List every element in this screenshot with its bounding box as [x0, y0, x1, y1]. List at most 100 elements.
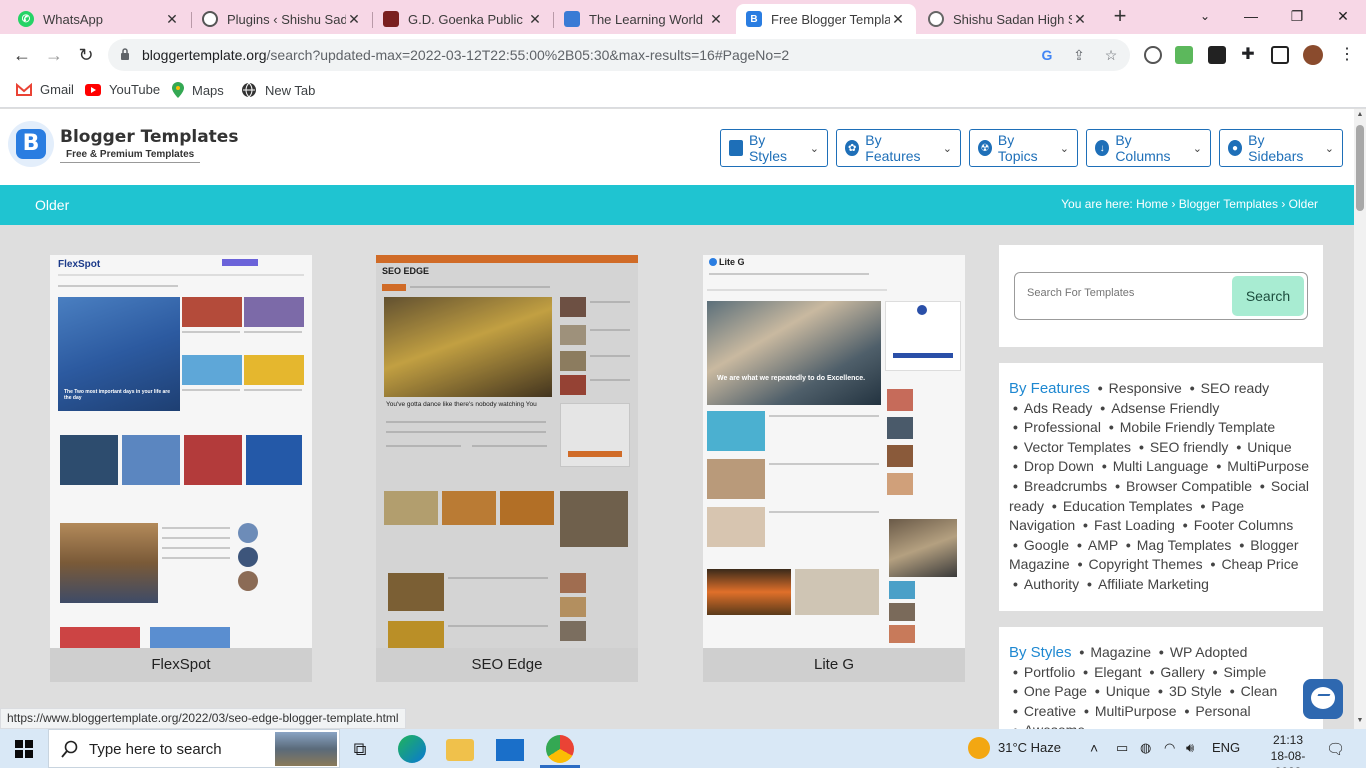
feature-tag-link[interactable]: Vector Templates [1024, 439, 1131, 455]
style-tag-link[interactable]: Simple [1224, 664, 1267, 680]
nav-by-sidebars[interactable]: ● By Sidebars ⌄ [1219, 129, 1343, 167]
meet-now-icon[interactable]: ◍ [1140, 740, 1151, 756]
bookmark-star-icon[interactable]: ☆ [1102, 46, 1120, 64]
chevron-up-icon[interactable]: ˄ [1090, 740, 1098, 756]
extensions-puzzle-icon[interactable]: ✚ [1239, 46, 1257, 64]
template-preview-image[interactable]: Lite G We are what we repeatedly to do E… [703, 255, 965, 648]
feature-tag-link[interactable]: Education Templates [1063, 498, 1193, 514]
nav-by-topics[interactable]: ☢ By Topics ⌄ [969, 129, 1078, 167]
reload-button[interactable]: ↻ [74, 43, 98, 67]
network-icon[interactable]: ◠ [1164, 740, 1175, 756]
page-scrollbar[interactable]: ▲ ▼ [1354, 109, 1366, 729]
new-tab-button[interactable]: + [1108, 5, 1132, 28]
feature-tag-link[interactable]: Footer Columns [1194, 517, 1294, 533]
style-tag-link[interactable]: Gallery [1160, 664, 1204, 680]
feature-tag-link[interactable]: SEO ready [1201, 380, 1269, 396]
feature-tag-link[interactable]: Unique [1247, 439, 1291, 455]
style-tag-link[interactable]: Magazine [1090, 644, 1151, 660]
scroll-up-arrow-icon[interactable]: ▲ [1356, 111, 1364, 119]
template-preview-image[interactable]: FlexSpot The Two most important days in … [50, 255, 312, 648]
style-tag-link[interactable]: MultiPurpose [1095, 703, 1177, 719]
feature-tag-link[interactable]: Affiliate Marketing [1098, 576, 1209, 592]
style-tag-link[interactable]: WP Adopted [1170, 644, 1248, 660]
bookmark-new-tab[interactable]: New Tab [241, 82, 315, 98]
template-card-flexspot[interactable]: FlexSpot The Two most important days in … [50, 255, 312, 682]
template-search-input[interactable] [1027, 287, 1227, 299]
mail-icon[interactable] [496, 739, 524, 761]
forward-button[interactable]: → [42, 43, 66, 67]
site-logo-title[interactable]: Blogger Templates [60, 127, 238, 147]
breadcrumb-home[interactable]: Home [1136, 197, 1168, 211]
breadcrumb-blogger-templates[interactable]: Blogger Templates [1179, 197, 1278, 211]
feature-tag-link[interactable]: Adsense Friendly [1111, 400, 1219, 416]
style-tag-link[interactable]: One Page [1024, 683, 1087, 699]
minimize-button[interactable]: — [1228, 4, 1274, 30]
tab-goenka[interactable]: G.D. Goenka Public Sc ✕ [373, 4, 553, 34]
scroll-down-arrow-icon[interactable]: ▼ [1356, 717, 1364, 725]
language-indicator[interactable]: ENG [1212, 740, 1240, 755]
feature-tag-link[interactable]: Mobile Friendly Template [1120, 419, 1275, 435]
bookmark-gmail[interactable]: Gmail [16, 82, 74, 97]
close-window-button[interactable]: ✕ [1320, 4, 1366, 30]
edge-browser-icon[interactable] [398, 735, 426, 763]
close-tab-icon[interactable]: ✕ [1072, 11, 1088, 28]
tab-whatsapp[interactable]: ✆ WhatsApp ✕ [8, 4, 190, 34]
tab-search-button[interactable]: ⌄ [1182, 4, 1228, 30]
taskbar-search-box[interactable]: Type here to search [48, 729, 340, 768]
extension-link-icon[interactable] [1144, 46, 1162, 64]
feature-tag-link[interactable]: Breadcrumbs [1024, 478, 1107, 494]
style-tag-link[interactable]: Awesome [1024, 722, 1085, 729]
feature-tag-link[interactable]: Multi Language [1113, 458, 1209, 474]
weather-sun-icon[interactable] [968, 737, 990, 759]
extension-dark-icon[interactable] [1208, 46, 1226, 64]
feature-tag-link[interactable]: Browser Compatible [1126, 478, 1252, 494]
close-tab-icon[interactable]: ✕ [346, 11, 362, 28]
template-card-seo-edge[interactable]: SEO EDGE You've gotta dance like there's… [376, 255, 638, 682]
address-bar[interactable]: bloggertemplate.org/search?updated-max=2… [108, 39, 1130, 71]
feature-tag-link[interactable]: Professional [1024, 419, 1101, 435]
menu-icon[interactable]: ⋮ [1338, 46, 1356, 64]
feature-tag-link[interactable]: Copyright Themes [1089, 556, 1203, 572]
style-tag-link[interactable]: 3D Style [1169, 683, 1222, 699]
feature-tag-link[interactable]: MultiPurpose [1227, 458, 1309, 474]
task-view-icon[interactable]: ⧉ [346, 735, 374, 763]
close-tab-icon[interactable]: ✕ [164, 11, 180, 28]
site-logo-icon[interactable]: B [8, 121, 54, 167]
tab-shishu-sadan[interactable]: Shishu Sadan High Sc ✕ [918, 4, 1098, 34]
close-tab-icon[interactable]: ✕ [708, 11, 724, 28]
template-card-lite-g[interactable]: Lite G We are what we repeatedly to do E… [703, 255, 965, 682]
file-explorer-icon[interactable] [446, 739, 474, 761]
nav-by-features[interactable]: ✿ By Features ⌄ [836, 129, 961, 167]
profile-avatar[interactable] [1303, 45, 1323, 65]
template-preview-image[interactable]: SEO EDGE You've gotta dance like there's… [376, 255, 638, 648]
style-tag-link[interactable]: Personal [1195, 703, 1250, 719]
template-name[interactable]: FlexSpot [50, 648, 312, 682]
feature-tag-link[interactable]: Responsive [1109, 380, 1182, 396]
notifications-icon[interactable]: 🗨︎ [1326, 740, 1345, 758]
template-name[interactable]: Lite G [703, 648, 965, 682]
bookmark-youtube[interactable]: YouTube [85, 82, 160, 97]
back-button[interactable]: ← [10, 43, 34, 67]
feature-tag-link[interactable]: Fast Loading [1094, 517, 1175, 533]
chrome-browser-icon[interactable] [546, 735, 574, 763]
extension-clipboard-icon[interactable] [1175, 46, 1193, 64]
windows-start-icon[interactable] [15, 740, 33, 758]
feature-tag-link[interactable]: Drop Down [1024, 458, 1094, 474]
maximize-button[interactable]: ❐ [1274, 4, 1320, 30]
taskbar-clock[interactable]: 21:13 18-08-2023 [1262, 732, 1314, 768]
feature-tag-link[interactable]: AMP [1088, 537, 1118, 553]
style-tag-link[interactable]: Portfolio [1024, 664, 1075, 680]
style-tag-link[interactable]: Clean [1241, 683, 1278, 699]
scrollbar-thumb[interactable] [1356, 125, 1364, 211]
feature-tag-link[interactable]: Authority [1024, 576, 1079, 592]
volume-icon[interactable]: 🔊︎ [1186, 740, 1194, 756]
close-tab-icon[interactable]: ✕ [890, 11, 906, 28]
messenger-chat-button[interactable] [1303, 679, 1343, 719]
tab-plugins[interactable]: Plugins ‹ Shishu Sadan ✕ [192, 4, 372, 34]
feature-tag-link[interactable]: Google [1024, 537, 1069, 553]
features-heading[interactable]: By Features [1009, 380, 1090, 397]
style-tag-link[interactable]: Elegant [1094, 664, 1141, 680]
tab-blogger-templates[interactable]: B Free Blogger Template ✕ [736, 4, 916, 34]
styles-heading[interactable]: By Styles [1009, 644, 1072, 661]
google-lens-icon[interactable]: G [1038, 46, 1056, 64]
